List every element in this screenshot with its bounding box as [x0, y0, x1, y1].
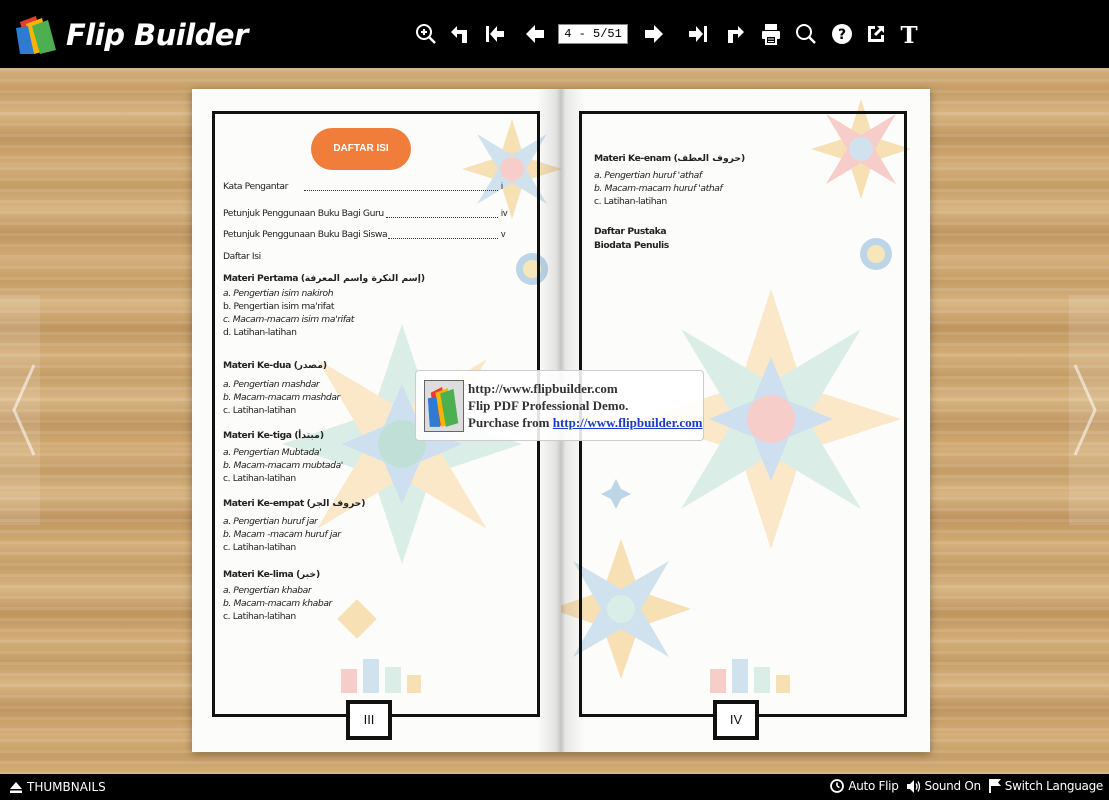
- toc-entry-biodata: Biodata Penulis: [594, 240, 669, 251]
- toc-leader-dots: [386, 217, 498, 218]
- first-page-icon: [486, 26, 504, 42]
- search-icon: [796, 24, 816, 44]
- section-item: b. Macam-macam khabar: [223, 598, 332, 609]
- zoom-in-icon: [416, 24, 436, 44]
- section-item: a. Pengertian mashdar: [223, 379, 320, 390]
- print-icon: [762, 24, 780, 45]
- section-item: b. Macam-macam mashdar: [223, 392, 340, 403]
- toc-entry-petunjuk-siswa: Petunjuk Penggunaan Buku Bagi Siswa: [223, 229, 388, 240]
- section-item: b. Pengertian isim ma'rifat: [223, 301, 335, 312]
- section-item: c. Latihan-latihan: [223, 542, 296, 553]
- section-item: b. Macam -macam huruf jar: [223, 529, 341, 540]
- help-button[interactable]: ?: [828, 20, 856, 48]
- section-item: c. Latihan-latihan: [223, 611, 296, 622]
- section-item: a. Pengertian huruf 'athaf: [594, 170, 702, 181]
- share-button[interactable]: [862, 20, 890, 48]
- section-title: Materi Ke-enam (حروف العطف): [594, 153, 745, 164]
- zoom-in-button[interactable]: [412, 20, 440, 48]
- section-item: c. Latihan-latihan: [223, 473, 296, 484]
- section-item: c. Latihan-latihan: [594, 196, 667, 207]
- chevron-left-icon: [12, 364, 36, 456]
- text-button[interactable]: T: [895, 20, 923, 48]
- section-item: a. Pengertian isim nakiroh: [223, 288, 334, 299]
- section-item: b. Macam-macam huruf 'athaf: [594, 183, 723, 194]
- section-title: Materi Ke-empat (حروف الجر): [223, 498, 366, 509]
- svg-text:?: ?: [838, 27, 846, 43]
- section-item: a. Pengertian Mubtada': [223, 447, 322, 458]
- forward-icon: [728, 26, 744, 43]
- watermark-purchase-line: Purchase from http://www.flipbuilder.com: [468, 415, 703, 431]
- share-icon: [868, 26, 884, 42]
- previous-page-icon: [526, 25, 544, 43]
- toc-entry-daftar-pustaka: Daftar Pustaka: [594, 226, 667, 237]
- page-number-input[interactable]: 4 - 5/51: [558, 24, 628, 44]
- next-page-side-arrow[interactable]: [1069, 295, 1109, 525]
- undo-icon: [451, 26, 467, 43]
- svg-text:T: T: [900, 22, 917, 46]
- clock-icon: [830, 779, 845, 793]
- right-page-number: IV: [713, 700, 759, 740]
- next-page-button[interactable]: [640, 20, 668, 48]
- toc-entry-daftar-isi: Daftar Isi: [223, 251, 261, 262]
- section-title: Materi Ke-lima (خبر): [223, 569, 320, 580]
- toc-entry-kata-pengantar: Kata Pengantar: [223, 181, 289, 192]
- watermark-demo-text: Flip PDF Professional Demo.: [468, 398, 629, 413]
- search-button[interactable]: [792, 20, 820, 48]
- section-title: Materi Ke-dua (مصدر): [223, 360, 327, 371]
- toc-entry-page: v: [501, 229, 506, 239]
- first-page-button[interactable]: [481, 20, 509, 48]
- section-item: a. Pengertian huruf jar: [223, 516, 318, 527]
- switch-language-button[interactable]: Switch Language: [988, 779, 1104, 793]
- brand-title: Flip Builder: [66, 18, 248, 52]
- print-button[interactable]: [757, 20, 785, 48]
- toc-leader-dots: [304, 190, 498, 191]
- toc-header-badge: DAFTAR ISI: [311, 128, 411, 170]
- bottom-controls: Auto Flip Sound On Switch Language: [830, 779, 1103, 793]
- section-item: b. Macam-macam mubtada': [223, 460, 343, 471]
- undo-button[interactable]: [446, 20, 474, 48]
- speaker-icon: [906, 779, 920, 793]
- demo-watermark: http://www.flipbuilder.com Flip PDF Prof…: [415, 370, 704, 441]
- top-toolbar: Flip Builder 4 - 5/51 ? T: [0, 0, 1109, 68]
- auto-flip-label: Auto Flip: [848, 779, 899, 793]
- section-item: c. Latihan-latihan: [223, 405, 296, 416]
- eject-icon: [10, 781, 22, 793]
- auto-flip-button[interactable]: Auto Flip: [830, 779, 899, 793]
- thumbnails-button[interactable]: THUMBNAILS: [10, 780, 106, 794]
- purchase-link[interactable]: http://www.flipbuilder.com: [553, 415, 703, 430]
- last-page-icon: [689, 26, 707, 42]
- sound-toggle-button[interactable]: Sound On: [906, 779, 982, 793]
- next-page-icon: [645, 25, 663, 43]
- bottom-toolbar: THUMBNAILS Auto Flip Sound On Switch Lan…: [0, 774, 1109, 800]
- section-item: c. Macam-macam isim ma'rifat: [223, 314, 354, 325]
- thumbnails-label: THUMBNAILS: [27, 780, 106, 794]
- section-title: Materi Ke-tiga (مبتدأ): [223, 430, 324, 441]
- toc-entry-petunjuk-guru: Petunjuk Penggunaan Buku Bagi Guru: [223, 208, 384, 219]
- watermark-purchase-prefix: Purchase from: [468, 415, 553, 430]
- section-item: d. Latihan-latihan: [223, 327, 297, 338]
- flipbuilder-logo-icon: [16, 16, 56, 54]
- last-page-button[interactable]: [684, 20, 712, 48]
- forward-button[interactable]: [721, 20, 749, 48]
- previous-page-button[interactable]: [521, 20, 549, 48]
- sound-label: Sound On: [924, 779, 982, 793]
- section-item: a. Pengertian khabar: [223, 585, 312, 596]
- flag-icon: [988, 779, 1001, 793]
- help-icon: ?: [832, 24, 852, 44]
- toc-entry-page: iv: [501, 208, 508, 218]
- flipbuilder-logo-icon: [424, 380, 464, 432]
- switch-language-label: Switch Language: [1004, 779, 1104, 793]
- text-icon: T: [900, 22, 917, 46]
- section-title: Materi Pertama (إسم النكرة واسم المعرفة): [223, 273, 425, 284]
- previous-page-side-arrow[interactable]: [0, 295, 40, 525]
- toc-entry-page: i: [501, 181, 503, 191]
- watermark-url: http://www.flipbuilder.com: [468, 381, 618, 396]
- toc-leader-dots: [388, 238, 498, 239]
- left-page-number: III: [346, 700, 392, 740]
- chevron-right-icon: [1073, 364, 1097, 456]
